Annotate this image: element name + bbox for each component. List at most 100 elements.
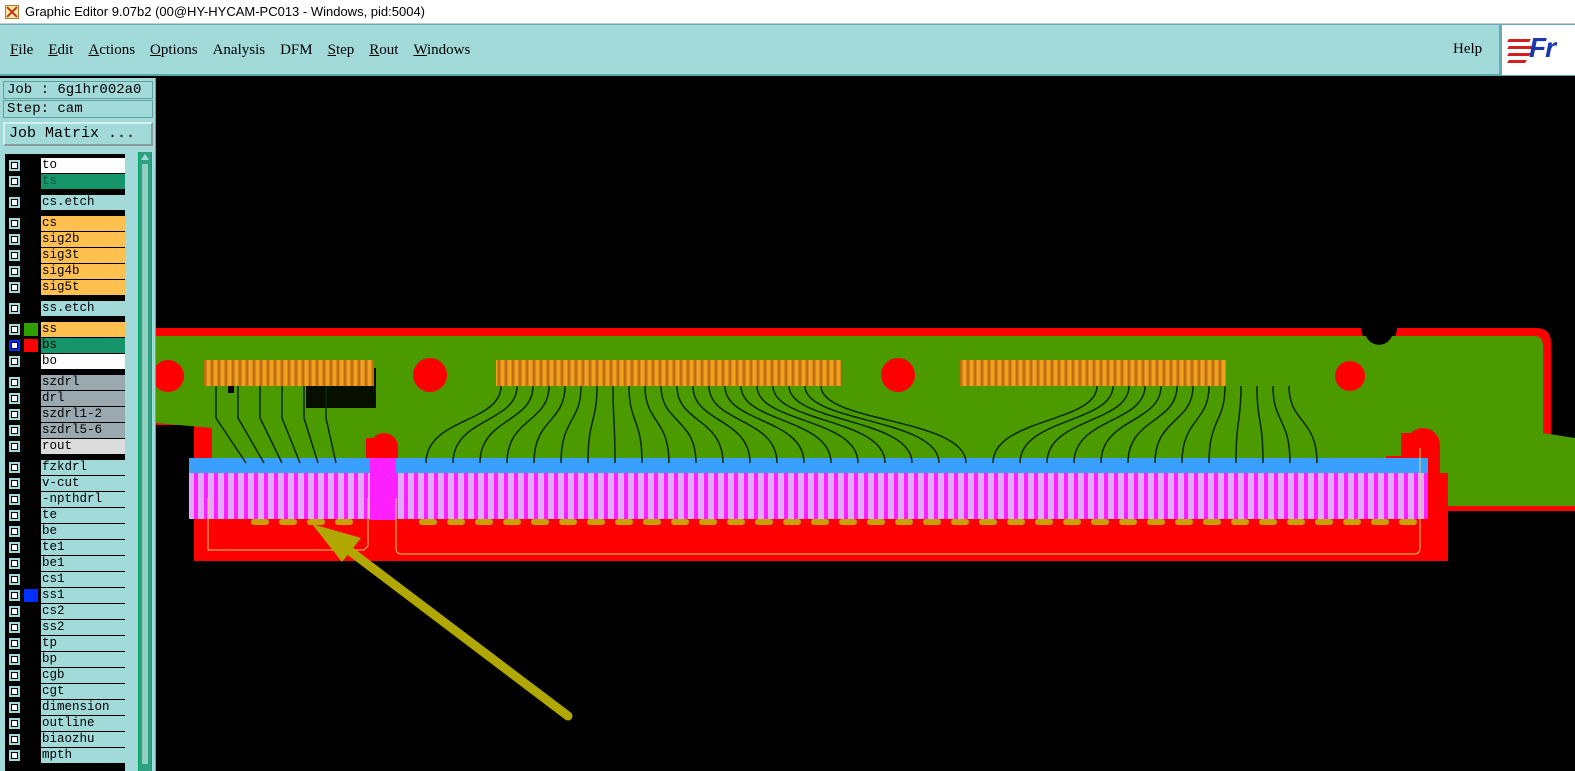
layer-color-swatch[interactable]	[24, 717, 38, 730]
layer-checkbox[interactable]	[8, 424, 21, 437]
layer-checkbox[interactable]	[8, 701, 21, 714]
graphics-canvas[interactable]	[156, 78, 1575, 771]
pcb-view[interactable]	[156, 78, 1575, 771]
layer-name[interactable]: dimension	[41, 700, 125, 715]
layer-color-swatch[interactable]	[24, 541, 38, 554]
layer-checkbox[interactable]	[8, 175, 21, 188]
layer-checkbox[interactable]	[8, 217, 21, 230]
layer-checkbox[interactable]	[8, 525, 21, 538]
layer-checkbox[interactable]	[8, 461, 21, 474]
menu-step[interactable]: Step	[328, 42, 355, 59]
layer-name[interactable]: tp	[41, 636, 125, 651]
layer-checkbox[interactable]	[8, 249, 21, 262]
layer-name[interactable]: ss1	[41, 588, 125, 603]
layer-name[interactable]: ts	[41, 174, 125, 189]
layer-checkbox[interactable]	[8, 685, 21, 698]
layer-row-dimension[interactable]: dimension	[5, 700, 125, 715]
layer-row-drl[interactable]: drl	[5, 391, 125, 406]
layer-checkbox[interactable]	[8, 653, 21, 666]
layer-row-cgt[interactable]: cgt	[5, 684, 125, 699]
layer-name[interactable]: bs	[41, 338, 125, 353]
layer-name[interactable]: cs2	[41, 604, 125, 619]
menu-actions[interactable]: Actions	[88, 42, 135, 59]
layer-color-swatch[interactable]	[24, 424, 38, 437]
layer-name[interactable]: rout	[41, 439, 125, 454]
layer-color-swatch[interactable]	[24, 392, 38, 405]
menu-help[interactable]: Help	[1453, 41, 1482, 58]
layer-row-ss1[interactable]: ss1	[5, 588, 125, 603]
layer-name[interactable]: be1	[41, 556, 125, 571]
layer-name[interactable]: -npthdrl	[41, 492, 125, 507]
layer-color-swatch[interactable]	[24, 233, 38, 246]
layer-color-swatch[interactable]	[24, 493, 38, 506]
layer-row-bp[interactable]: bp	[5, 652, 125, 667]
layer-row-to[interactable]: to	[5, 158, 125, 173]
layer-name[interactable]: ss2	[41, 620, 125, 635]
layer-name[interactable]: sig5t	[41, 280, 125, 295]
layer-row-ts[interactable]: ts	[5, 174, 125, 189]
layer-color-swatch[interactable]	[24, 461, 38, 474]
layer-row-sig3t[interactable]: sig3t	[5, 248, 125, 263]
layer-color-swatch[interactable]	[24, 669, 38, 682]
layer-checkbox[interactable]	[8, 265, 21, 278]
layer-checkbox[interactable]	[8, 669, 21, 682]
layer-checkbox[interactable]	[8, 589, 21, 602]
layer-color-swatch[interactable]	[24, 440, 38, 453]
layer-row-cgb[interactable]: cgb	[5, 668, 125, 683]
layer-name[interactable]: cs1	[41, 572, 125, 587]
layer-color-swatch[interactable]	[24, 175, 38, 188]
layer-row-sig5t[interactable]: sig5t	[5, 280, 125, 295]
layer-row-be1[interactable]: be1	[5, 556, 125, 571]
layer-name[interactable]: sig2b	[41, 232, 125, 247]
layer-checkbox[interactable]	[8, 557, 21, 570]
layer-color-swatch[interactable]	[24, 637, 38, 650]
layer-name[interactable]: szdrl	[41, 375, 125, 390]
layer-color-swatch[interactable]	[24, 509, 38, 522]
layer-checkbox[interactable]	[8, 733, 21, 746]
layer-name[interactable]: be	[41, 524, 125, 539]
layer-name[interactable]: drl	[41, 391, 125, 406]
layer-row-biaozhu[interactable]: biaozhu	[5, 732, 125, 747]
menu-rout[interactable]: Rout	[369, 42, 398, 59]
menu-windows[interactable]: Windows	[413, 42, 470, 59]
layer-name[interactable]: sig3t	[41, 248, 125, 263]
layer-row-szdrl[interactable]: szdrl	[5, 375, 125, 390]
layer-row-cs2[interactable]: cs2	[5, 604, 125, 619]
layer-color-swatch[interactable]	[24, 621, 38, 634]
layer-row-szdrl1-2[interactable]: szdrl1-2	[5, 407, 125, 422]
layer-row-ss-etch[interactable]: ss.etch	[5, 301, 125, 316]
layer-name[interactable]: outline	[41, 716, 125, 731]
layer-color-swatch[interactable]	[24, 265, 38, 278]
layer-row-te1[interactable]: te1	[5, 540, 125, 555]
layer-name[interactable]: ss	[41, 322, 125, 337]
layer-color-swatch[interactable]	[24, 376, 38, 389]
layer-checkbox[interactable]	[8, 477, 21, 490]
layer-color-swatch[interactable]	[24, 281, 38, 294]
layer-name[interactable]: mpth	[41, 748, 125, 763]
layer-color-swatch[interactable]	[24, 733, 38, 746]
layer-color-swatch[interactable]	[24, 749, 38, 762]
layer-checkbox[interactable]	[8, 408, 21, 421]
layer-checkbox[interactable]	[8, 493, 21, 506]
menu-dfm[interactable]: DFM	[280, 42, 313, 59]
layer-row-sig2b[interactable]: sig2b	[5, 232, 125, 247]
layer-row-szdrl5-6[interactable]: szdrl5-6	[5, 423, 125, 438]
layer-color-swatch[interactable]	[24, 302, 38, 315]
layer-name[interactable]: to	[41, 158, 125, 173]
layer-color-swatch[interactable]	[24, 355, 38, 368]
layer-color-swatch[interactable]	[24, 408, 38, 421]
layer-row-bo[interactable]: bo	[5, 354, 125, 369]
layer-checkbox[interactable]	[8, 355, 21, 368]
layer-color-swatch[interactable]	[24, 339, 38, 352]
layer-row-ss[interactable]: ss	[5, 322, 125, 337]
menu-edit[interactable]: Edit	[48, 42, 73, 59]
layer-color-swatch[interactable]	[24, 557, 38, 570]
layer-color-swatch[interactable]	[24, 249, 38, 262]
layer-checkbox[interactable]	[8, 302, 21, 315]
layer-checkbox[interactable]	[8, 637, 21, 650]
layer-color-swatch[interactable]	[24, 573, 38, 586]
layer-name[interactable]: te1	[41, 540, 125, 555]
layer-color-swatch[interactable]	[24, 217, 38, 230]
layer-row-fzkdrl[interactable]: fzkdrl	[5, 460, 125, 475]
layer-name[interactable]: cs.etch	[41, 195, 125, 210]
